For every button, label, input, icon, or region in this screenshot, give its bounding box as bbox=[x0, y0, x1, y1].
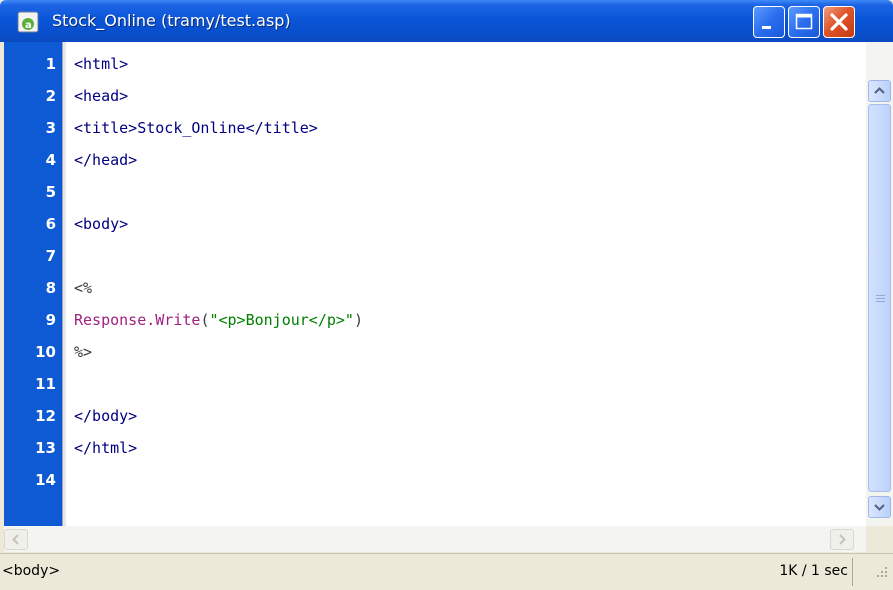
code-token: <% bbox=[74, 279, 93, 297]
code-line[interactable]: </html> bbox=[74, 432, 137, 464]
code-token: </title> bbox=[245, 119, 318, 137]
line-number: 7 bbox=[45, 247, 56, 265]
code-editor[interactable]: 1 2 3 4 5 6 7 8 9 10 11 12 13 14 <html> <head> <title>S… bbox=[4, 42, 866, 526]
scroll-right-icon bbox=[839, 534, 846, 545]
line-number: 1 bbox=[45, 55, 56, 73]
resize-grip-icon[interactable] bbox=[870, 564, 890, 586]
app-icon: a bbox=[17, 11, 39, 33]
line-number: 2 bbox=[45, 87, 56, 105]
code-token: Response.Write bbox=[74, 311, 201, 329]
line-number: 3 bbox=[45, 119, 56, 137]
code-token: <body> bbox=[74, 215, 129, 233]
line-number: 9 bbox=[45, 311, 56, 329]
line-number: 5 bbox=[45, 183, 56, 201]
minimize-button[interactable] bbox=[753, 6, 785, 38]
code-token: Stock_Online bbox=[137, 119, 246, 137]
scroll-down-button[interactable] bbox=[868, 496, 891, 518]
scroll-up-button[interactable] bbox=[868, 80, 891, 102]
vertical-scrollbar[interactable] bbox=[866, 42, 893, 526]
maximize-button[interactable] bbox=[788, 6, 820, 38]
code-token: <html> bbox=[74, 55, 129, 73]
close-button[interactable] bbox=[823, 6, 855, 38]
tag-selector[interactable]: <body> bbox=[2, 554, 60, 588]
code-line[interactable]: </head> bbox=[74, 144, 137, 176]
code-token: </head> bbox=[74, 151, 138, 169]
document-window: a Stock_Online (tramy/test.asp) 12345678… bbox=[0, 0, 893, 590]
horizontal-scrollbar[interactable] bbox=[4, 526, 866, 552]
code-line[interactable]: <body> bbox=[74, 208, 128, 240]
code-token: "<p>Bonjour</p>" bbox=[209, 311, 354, 329]
line-number: 4 bbox=[45, 151, 56, 169]
gutter-separator bbox=[62, 42, 66, 526]
title-bar[interactable]: a Stock_Online (tramy/test.asp) bbox=[0, 0, 893, 42]
scroll-up-icon bbox=[874, 87, 885, 94]
code-line[interactable]: </body> bbox=[74, 400, 137, 432]
code-token: </html> bbox=[74, 439, 138, 457]
line-number: 12 bbox=[35, 407, 56, 425]
scroll-left-button[interactable] bbox=[4, 529, 28, 550]
code-line[interactable]: %> bbox=[74, 336, 92, 368]
code-token: <head> bbox=[74, 87, 129, 105]
svg-text:a: a bbox=[25, 20, 32, 31]
scroll-down-icon bbox=[874, 504, 885, 511]
line-number: 14 bbox=[35, 471, 56, 489]
status-bar: <body> 1K / 1 sec bbox=[0, 553, 893, 590]
close-icon bbox=[830, 13, 848, 31]
code-line[interactable]: <html> bbox=[74, 48, 128, 80]
minimize-icon bbox=[762, 26, 771, 29]
line-number: 10 bbox=[35, 343, 56, 361]
code-token: ) bbox=[353, 311, 363, 329]
code-line[interactable]: <% bbox=[74, 272, 92, 304]
code-line[interactable]: <title>Stock_Online</title> bbox=[74, 112, 318, 144]
scroll-left-icon bbox=[12, 534, 19, 545]
maximize-icon bbox=[795, 13, 813, 30]
window-title: Stock_Online (tramy/test.asp) bbox=[52, 11, 291, 30]
scroll-right-button[interactable] bbox=[830, 529, 854, 550]
scrollbar-corner bbox=[866, 526, 893, 552]
line-number: 6 bbox=[45, 215, 56, 233]
line-number: 13 bbox=[35, 439, 56, 457]
scroll-thumb[interactable] bbox=[868, 104, 891, 492]
status-separator bbox=[852, 558, 853, 586]
line-number: 11 bbox=[35, 375, 56, 393]
line-number: 8 bbox=[45, 279, 56, 297]
code-line[interactable]: <head> bbox=[74, 80, 128, 112]
code-token: <title> bbox=[74, 119, 138, 137]
code-line[interactable]: Response.Write("<p>Bonjour</p>") bbox=[74, 304, 363, 336]
line-number-gutter: 1 2 3 4 5 6 7 8 9 10 11 12 13 14 bbox=[4, 42, 62, 526]
code-token: </body> bbox=[74, 407, 138, 425]
code-token: %> bbox=[74, 343, 93, 361]
download-size-time: 1K / 1 sec bbox=[779, 563, 848, 579]
